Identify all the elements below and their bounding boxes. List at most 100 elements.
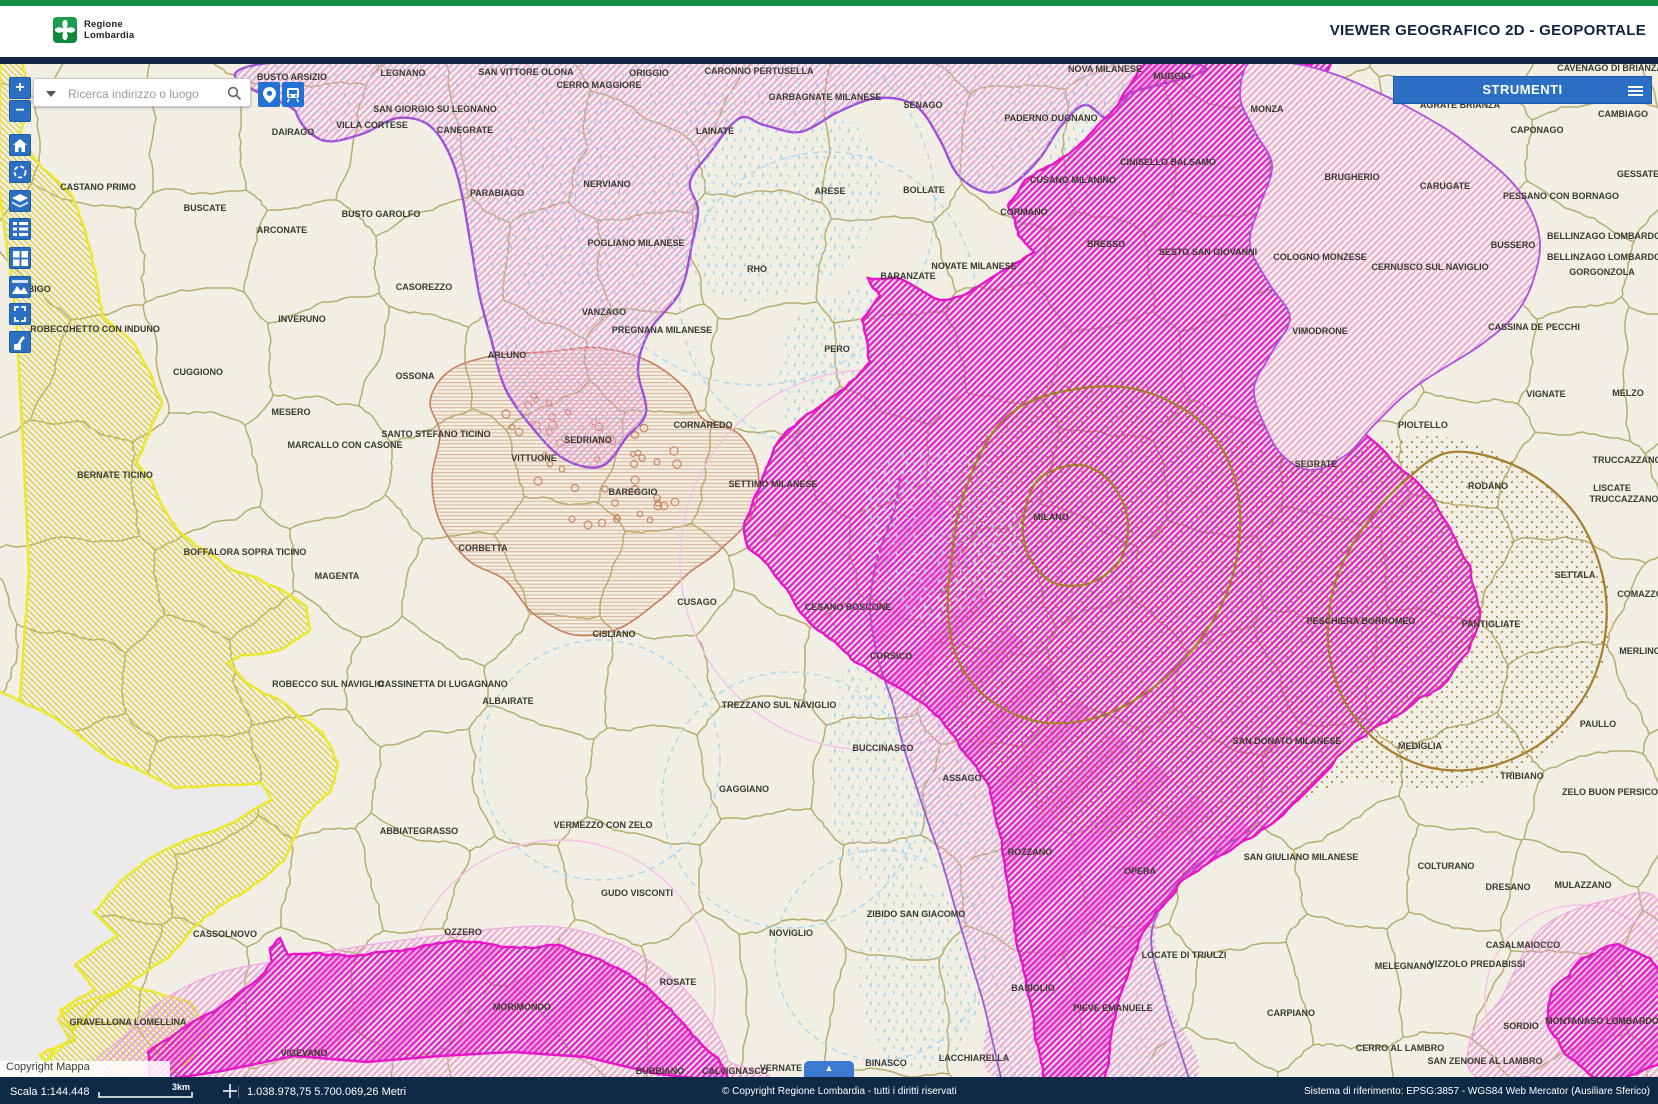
svg-text:RHO: RHO: [747, 264, 767, 274]
svg-text:COMAZZO: COMAZZO: [1617, 589, 1658, 599]
svg-text:CISLIANO: CISLIANO: [592, 629, 635, 639]
svg-text:MERLINO: MERLINO: [1619, 646, 1658, 656]
svg-text:MORIMONDO: MORIMONDO: [493, 1002, 551, 1012]
svg-text:PREGNANA MILANESE: PREGNANA MILANESE: [612, 325, 712, 335]
svg-text:SEGRATE: SEGRATE: [1295, 459, 1338, 469]
svg-text:SESTO SAN GIOVANNI: SESTO SAN GIOVANNI: [1159, 247, 1257, 257]
svg-text:LAINATE: LAINATE: [696, 126, 734, 136]
svg-text:VIGEVANO: VIGEVANO: [281, 1048, 328, 1058]
svg-text:ARESE: ARESE: [814, 186, 845, 196]
svg-text:MESERO: MESERO: [271, 407, 310, 417]
svg-text:ALBAIRATE: ALBAIRATE: [482, 696, 533, 706]
svg-text:CASSINETTA DI LUGAGNANO: CASSINETTA DI LUGAGNANO: [378, 679, 508, 689]
svg-text:BERNATE TICINO: BERNATE TICINO: [77, 470, 153, 480]
svg-text:MONZA: MONZA: [1251, 104, 1284, 114]
svg-text:BINASCO: BINASCO: [865, 1058, 907, 1068]
svg-text:GESSATE: GESSATE: [1617, 169, 1658, 179]
svg-text:3km: 3km: [172, 1082, 190, 1092]
svg-text:VIMODRONE: VIMODRONE: [1292, 326, 1348, 336]
svg-text:ABBIATEGRASSO: ABBIATEGRASSO: [380, 826, 458, 836]
svg-text:VITTUONE: VITTUONE: [511, 453, 557, 463]
svg-text:ZELO BUON PERSICO: ZELO BUON PERSICO: [1562, 787, 1658, 797]
svg-text:DAIRAGO: DAIRAGO: [272, 127, 315, 137]
svg-text:TRIBIANO: TRIBIANO: [1500, 771, 1544, 781]
svg-text:CUSANO MILANINO: CUSANO MILANINO: [1030, 175, 1116, 185]
svg-text:VIZZOLO PREDABISSI: VIZZOLO PREDABISSI: [1429, 959, 1526, 969]
svg-text:CANEGRATE: CANEGRATE: [437, 125, 493, 135]
svg-text:CORBETTA: CORBETTA: [458, 543, 508, 553]
svg-text:NOVA MILANESE: NOVA MILANESE: [1068, 64, 1142, 74]
svg-text:MARCALLO CON CASONE: MARCALLO CON CASONE: [288, 440, 403, 450]
svg-text:MUGGIO: MUGGIO: [1153, 71, 1191, 81]
svg-text:PAULLO: PAULLO: [1580, 719, 1616, 729]
svg-text:CESANO BOSCONE: CESANO BOSCONE: [805, 602, 892, 612]
svg-text:BUSSERO: BUSSERO: [1491, 240, 1536, 250]
svg-text:CORSICO: CORSICO: [870, 651, 912, 661]
svg-text:CASSINA DE PECCHI: CASSINA DE PECCHI: [1488, 322, 1580, 332]
svg-text:BUSCATE: BUSCATE: [184, 203, 227, 213]
svg-text:TRUCCAZZANO: TRUCCAZZANO: [1593, 455, 1658, 465]
svg-text:ARCONATE: ARCONATE: [257, 225, 307, 235]
svg-text:CAPONAGO: CAPONAGO: [1510, 125, 1563, 135]
svg-text:SETTIMO MILANESE: SETTIMO MILANESE: [728, 479, 817, 489]
svg-text:MEDIGLIA: MEDIGLIA: [1398, 741, 1442, 751]
svg-text:SAN VITTORE OLONA: SAN VITTORE OLONA: [478, 67, 574, 77]
svg-text:CERRO MAGGIORE: CERRO MAGGIORE: [556, 80, 641, 90]
svg-text:GARBAGNATE MILANESE: GARBAGNATE MILANESE: [769, 92, 882, 102]
svg-text:BASIGLIO: BASIGLIO: [1011, 983, 1055, 993]
svg-text:PIEVE EMANUELE: PIEVE EMANUELE: [1073, 1003, 1153, 1013]
svg-text:CARPIANO: CARPIANO: [1267, 1008, 1315, 1018]
svg-text:MAGENTA: MAGENTA: [315, 571, 360, 581]
svg-text:SAN GIULIANO MILANESE: SAN GIULIANO MILANESE: [1244, 852, 1359, 862]
svg-text:CORNAREDO: CORNAREDO: [673, 420, 732, 430]
svg-text:GUDO VISCONTI: GUDO VISCONTI: [601, 888, 673, 898]
svg-text:MELZO: MELZO: [1612, 388, 1644, 398]
svg-text:VANZAGO: VANZAGO: [582, 307, 626, 317]
svg-text:OPERA: OPERA: [1124, 866, 1157, 876]
svg-text:CASSOLNOVO: CASSOLNOVO: [193, 929, 257, 939]
svg-text:SAN ZENONE AL LAMBRO: SAN ZENONE AL LAMBRO: [1427, 1056, 1542, 1066]
svg-text:BRESSO: BRESSO: [1087, 239, 1125, 249]
svg-text:PADERNO DUGNANO: PADERNO DUGNANO: [1004, 113, 1097, 123]
svg-text:VIGNATE: VIGNATE: [1526, 389, 1565, 399]
svg-text:LISCATE: LISCATE: [1593, 483, 1631, 493]
svg-text:VERMEZZO CON ZELO: VERMEZZO CON ZELO: [554, 820, 653, 830]
svg-text:BUCCINASCO: BUCCINASCO: [852, 743, 913, 753]
svg-text:SAN DONATO MILANESE: SAN DONATO MILANESE: [1233, 736, 1342, 746]
svg-text:PIOLTELLO: PIOLTELLO: [1398, 420, 1448, 430]
svg-text:ROZZANO: ROZZANO: [1008, 847, 1053, 857]
svg-text:NOVATE MILANESE: NOVATE MILANESE: [931, 261, 1016, 271]
svg-text:CASOREZZO: CASOREZZO: [396, 282, 453, 292]
svg-text:BARANZATE: BARANZATE: [880, 271, 935, 281]
svg-text:BAREGGIO: BAREGGIO: [608, 487, 657, 497]
svg-text:INVERUNO: INVERUNO: [278, 314, 326, 324]
svg-text:PANTIGLIATE: PANTIGLIATE: [1462, 619, 1521, 629]
svg-text:POGLIANO MILANESE: POGLIANO MILANESE: [587, 238, 684, 248]
svg-text:OZZERO: OZZERO: [444, 927, 482, 937]
svg-text:ROBECCO SUL NAVIGLIO: ROBECCO SUL NAVIGLIO: [272, 679, 384, 689]
svg-text:CORMANO: CORMANO: [1000, 207, 1048, 217]
svg-text:ORIGGIO: ORIGGIO: [629, 68, 669, 78]
svg-text:ASSAGO: ASSAGO: [942, 773, 981, 783]
svg-text:VILLA CORTESE: VILLA CORTESE: [336, 120, 408, 130]
svg-text:LEGNANO: LEGNANO: [381, 68, 426, 78]
svg-text:PERO: PERO: [824, 344, 850, 354]
svg-text:DRESANO: DRESANO: [1485, 882, 1530, 892]
svg-text:PESCHIERA BORROMEO: PESCHIERA BORROMEO: [1307, 616, 1416, 626]
svg-text:TREZZANO SUL NAVIGLIO: TREZZANO SUL NAVIGLIO: [722, 700, 837, 710]
svg-text:CASTANO PRIMO: CASTANO PRIMO: [60, 182, 136, 192]
svg-text:COLOGNO MONZESE: COLOGNO MONZESE: [1273, 252, 1367, 262]
svg-text:SEDRIANO: SEDRIANO: [564, 435, 612, 445]
svg-text:NERVIANO: NERVIANO: [583, 179, 630, 189]
svg-text:BELLINZAGO LOMBARDO: BELLINZAGO LOMBARDO: [1547, 231, 1658, 241]
svg-text:BELLINZAGO LOMBARDO: BELLINZAGO LOMBARDO: [1547, 252, 1658, 262]
svg-text:SETTALA: SETTALA: [1555, 570, 1596, 580]
svg-text:CERRO AL LAMBRO: CERRO AL LAMBRO: [1356, 1043, 1445, 1053]
svg-text:CAMBIAGO: CAMBIAGO: [1598, 109, 1648, 119]
svg-text:ARLUNO: ARLUNO: [488, 350, 527, 360]
svg-text:NOVIGLIO: NOVIGLIO: [769, 928, 813, 938]
svg-text:BUSTO GAROLFO: BUSTO GAROLFO: [342, 209, 421, 219]
svg-text:ROSATE: ROSATE: [660, 977, 697, 987]
svg-text:MONTANASO LOMBARDO: MONTANASO LOMBARDO: [1545, 1016, 1658, 1026]
svg-text:MULAZZANO: MULAZZANO: [1555, 880, 1612, 890]
